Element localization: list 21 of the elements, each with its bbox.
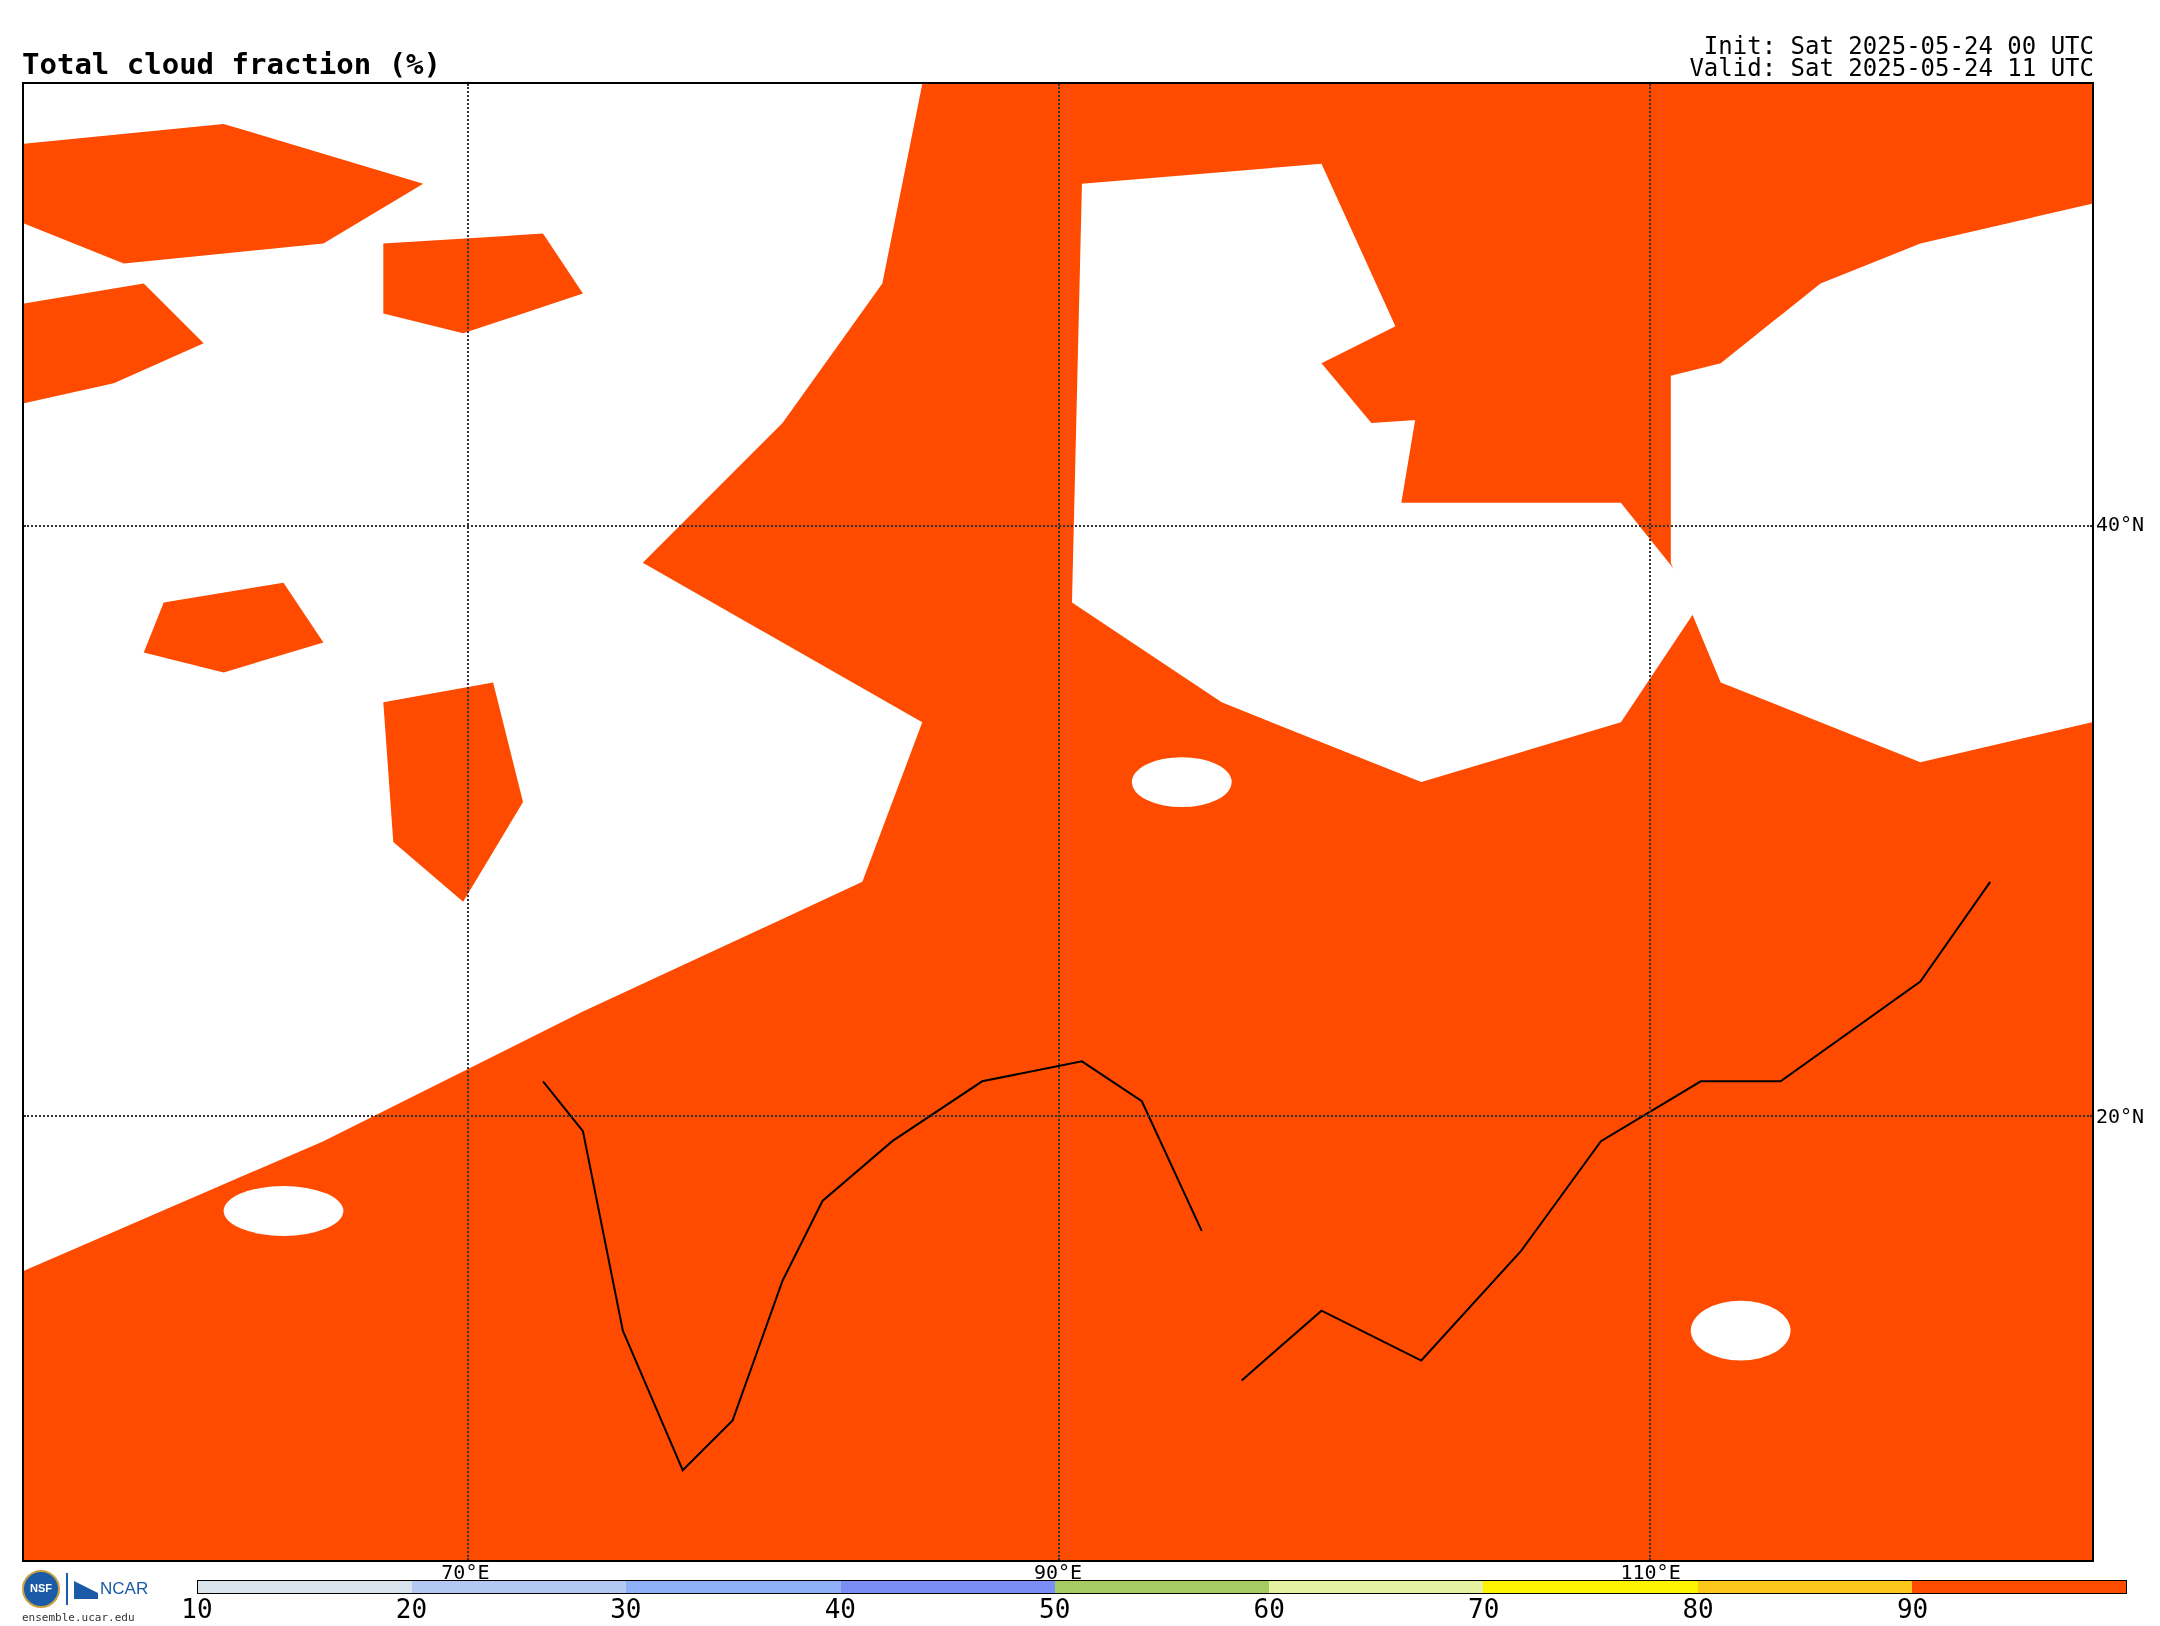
scale-label: 40	[824, 1595, 856, 1622]
ncar-mark-icon	[74, 1578, 98, 1599]
init-time: Init: Sat 2025-05-24 00 UTC	[1703, 34, 2094, 57]
longitude-label: 110°E	[1620, 1561, 1681, 1582]
plot-title: Total cloud fraction (%)	[22, 49, 442, 79]
website-url: ensemble.ucar.edu	[22, 1609, 135, 1626]
scale-label: 80	[1682, 1595, 1714, 1622]
scale-label: 70	[1468, 1595, 1500, 1622]
scale-label: 10	[181, 1595, 213, 1622]
scale-label: 20	[395, 1595, 428, 1622]
latitude-label: 20°N	[2096, 1106, 2145, 1126]
nsf-logo: NSF	[22, 1569, 60, 1608]
ncar-logo: NCAR	[100, 1577, 149, 1600]
longitude-label: 90°E	[1033, 1561, 1083, 1582]
scale-label: 90	[1896, 1595, 1929, 1622]
longitude-label: 70°E	[441, 1561, 490, 1582]
valid-time: Valid: Sat 2025-05-24 11 UTC	[1689, 56, 2094, 79]
scale-label: 60	[1253, 1595, 1285, 1622]
scale-label: 30	[610, 1595, 642, 1622]
scale-label: 50	[1039, 1595, 1071, 1622]
latitude-label: 40°N	[2096, 514, 2145, 534]
